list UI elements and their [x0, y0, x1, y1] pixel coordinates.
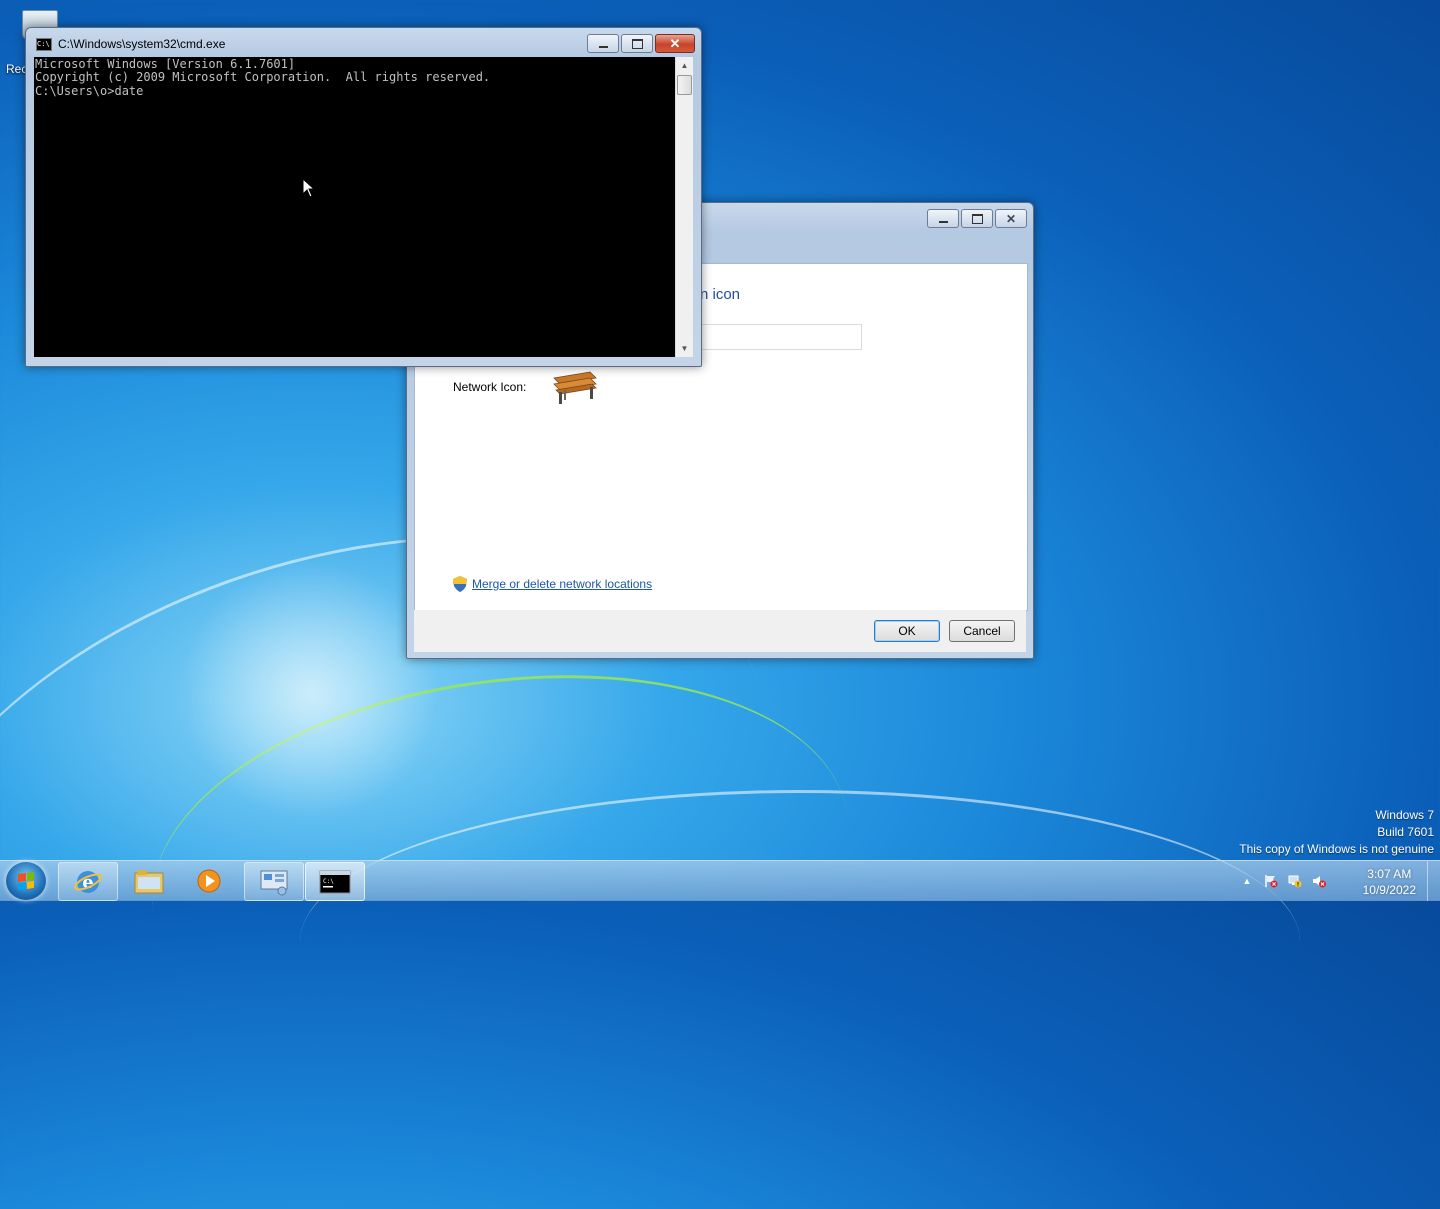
merge-delete-network-locations-link[interactable]: Merge or delete network locations [472, 577, 652, 591]
taskbar-internet-explorer[interactable]: e [58, 862, 118, 901]
taskbar-media-player[interactable] [180, 862, 238, 899]
folder-icon [134, 869, 164, 893]
network-icon-label: Network Icon: [453, 380, 527, 394]
maximize-icon [971, 213, 983, 224]
scroll-down-arrow-icon[interactable]: ▼ [676, 340, 693, 357]
cmd-window-controls: ✕ [587, 34, 695, 53]
taskbar-windows-explorer[interactable] [120, 862, 178, 899]
minimize-button[interactable] [927, 209, 959, 228]
network-center-icon [260, 870, 288, 895]
network-name-input[interactable] [700, 324, 862, 350]
minimize-icon [938, 220, 948, 223]
internet-explorer-icon: e [74, 870, 102, 893]
windows-logo-icon [18, 871, 34, 891]
taskbar-command-prompt[interactable]: C:\ [305, 862, 365, 901]
close-button[interactable]: ✕ [655, 34, 695, 53]
show-desktop-button[interactable] [1427, 861, 1440, 901]
svg-text:!: ! [1297, 883, 1299, 889]
scroll-thumb[interactable] [677, 75, 692, 95]
taskbar: e C:\ ▲ ! 3:07 AM 10/9/2022 [0, 860, 1440, 901]
clock-time: 3:07 AM [1367, 867, 1412, 881]
close-icon: ✕ [1005, 211, 1017, 226]
dialog-button-area: OK Cancel [414, 610, 1026, 652]
command-prompt-icon: C:\ [319, 870, 351, 893]
watermark-line-build: Build 7601 [1377, 825, 1434, 839]
volume-muted-icon[interactable] [1312, 874, 1326, 888]
minimize-button[interactable] [587, 34, 619, 53]
console-prompt-line: C:\Users\o>date [35, 84, 144, 98]
console-line: Copyright (c) 2009 Microsoft Corporation… [35, 70, 491, 84]
maximize-button[interactable] [961, 209, 993, 228]
merge-locations-link-row[interactable]: Merge or delete network locations [453, 576, 652, 592]
bench-icon[interactable] [550, 368, 598, 408]
svg-text:C:\: C:\ [323, 878, 334, 885]
console-line: Microsoft Windows [Version 6.1.7601] [35, 57, 296, 71]
action-center-flag-icon[interactable] [1264, 874, 1278, 888]
scroll-up-arrow-icon[interactable]: ▲ [676, 57, 693, 74]
media-player-icon [197, 869, 221, 892]
taskbar-clock[interactable]: 3:07 AM 10/9/2022 [1363, 866, 1416, 898]
cmd-window: C:\ C:\Windows\system32\cmd.exe ✕ Micros… [25, 27, 702, 367]
watermark-line-genuine: This copy of Windows is not genuine [1239, 842, 1434, 856]
mouse-cursor-icon [302, 178, 316, 198]
windows-watermark: Windows 7 Build 7601 This copy of Window… [1239, 807, 1434, 858]
uac-shield-icon [453, 576, 467, 592]
minimize-icon [598, 45, 608, 48]
wallpaper-glow [180, 560, 440, 820]
close-icon: ✕ [669, 36, 681, 51]
clock-date: 10/9/2022 [1362, 883, 1416, 897]
maximize-button[interactable] [621, 34, 653, 53]
wallpaper-swoosh [300, 790, 1300, 1093]
console-scrollbar[interactable]: ▲ ▼ [675, 57, 693, 357]
cmd-window-title: C:\Windows\system32\cmd.exe [58, 37, 226, 51]
cmd-title-bar[interactable]: C:\ C:\Windows\system32\cmd.exe [36, 37, 225, 51]
dialog-heading: n icon [700, 286, 741, 303]
dialog-window-controls: ✕ [927, 209, 1027, 228]
show-hidden-icons-arrow-icon[interactable]: ▲ [1240, 874, 1254, 888]
network-status-icon[interactable]: ! [1288, 874, 1302, 888]
close-button[interactable]: ✕ [995, 209, 1027, 228]
start-button[interactable] [6, 862, 46, 900]
cmd-app-icon: C:\ [36, 37, 52, 51]
ok-button[interactable]: OK [874, 620, 940, 642]
watermark-line-os: Windows 7 [1375, 808, 1434, 822]
taskbar-network-sharing-center[interactable] [244, 862, 304, 901]
cancel-button[interactable]: Cancel [949, 620, 1015, 642]
console-output[interactable]: Microsoft Windows [Version 6.1.7601] Cop… [34, 57, 675, 357]
maximize-icon [631, 38, 643, 49]
system-tray: ▲ ! 3:07 AM 10/9/2022 [1240, 861, 1440, 901]
